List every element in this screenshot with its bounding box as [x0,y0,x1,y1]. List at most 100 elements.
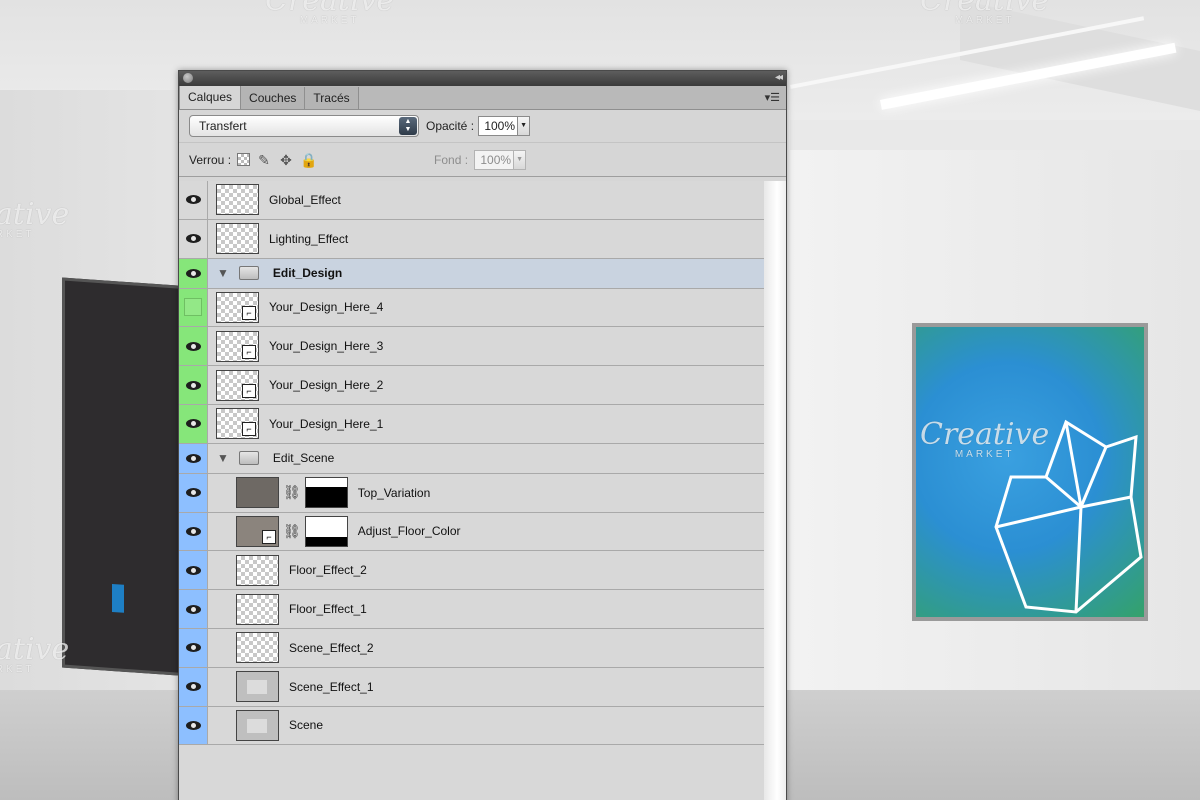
tab-couches[interactable]: Couches [241,87,306,109]
layer-row[interactable]: ⌐ Your_Design_Here_2 [179,366,764,405]
layer-row[interactable]: Floor_Effect_2 [179,551,764,591]
watermark-text: Creative [920,417,1050,452]
layer-row[interactable]: Scene [179,706,764,746]
layer-row[interactable]: Global_Effect [179,181,764,220]
eye-icon [185,380,201,390]
tab-calques[interactable]: Calques [179,86,242,109]
layer-thumbnail: ⌐ [216,291,259,323]
layer-row[interactable]: Scene_Effect_2 [179,628,764,668]
layer-group-row[interactable]: ▼ Edit_Scene [179,443,764,474]
hidden-box-icon [184,298,202,317]
layer-name: Edit_Design [272,266,343,281]
layer-row[interactable]: Lighting_Effect [179,219,764,259]
fill-dropdown-icon[interactable]: ▼ [514,149,527,170]
expand-triangle-icon[interactable]: ▼ [217,266,229,280]
layer-row[interactable]: ⛓ Top_Variation [179,473,764,513]
folder-icon [238,451,259,466]
layer-thumbnail: ⌐ [236,515,279,547]
layer-name: Edit_Scene [272,451,335,466]
watermark-text: Creative [0,632,70,667]
lock-row: Verrou : ✎ ✥ 🔒 Fond : 100% ▼ [179,143,786,177]
watermark-text: Creative [0,197,70,232]
layer-name: Your_Design_Here_2 [269,378,384,393]
layer-row[interactable]: Floor_Effect_1 [179,590,764,629]
layer-name: Lighting_Effect [269,231,349,246]
layer-thumbnail [236,554,279,586]
visibility-toggle[interactable] [179,327,208,366]
tab-traces[interactable]: Tracés [305,87,359,109]
artwork-left-accent [112,583,124,613]
watermark: CreativeMARKET [0,200,69,240]
artwork-left [62,277,192,677]
layer-name: Scene_Effect_2 [289,640,374,655]
layer-thumbnail [236,477,279,509]
scrollbar[interactable] [764,181,786,800]
layer-mask-thumbnail [304,515,348,547]
layer-thumbnail [236,632,279,664]
expand-triangle-icon[interactable]: ▼ [217,451,229,465]
visibility-toggle[interactable] [179,512,208,551]
panel-menu-icon[interactable]: ▾☰ [765,91,780,104]
layer-row[interactable]: ⌐ Your_Design_Here_1 [179,404,764,444]
eye-icon [185,234,201,244]
close-icon[interactable] [183,73,193,83]
eye-icon [185,195,201,205]
layer-thumbnail [236,593,279,625]
opacity-dropdown-icon[interactable]: ▼ [518,116,531,136]
eye-icon [185,419,201,429]
folder-icon [238,266,259,281]
layers-panel: ◂◂ Calques Couches Tracés ▾☰ Transfert ▲… [178,70,787,800]
panel-titlebar[interactable]: ◂◂ [179,71,786,86]
eye-icon [185,526,201,536]
chain-link-icon[interactable]: ⛓ [283,523,301,540]
layer-row[interactable]: Scene_Effect_1 [179,667,764,707]
layer-thumbnail: ⌐ [216,369,259,401]
visibility-toggle[interactable] [179,219,208,258]
smart-object-icon: ⌐ [242,344,256,359]
layer-thumbnail [236,709,279,741]
eye-icon [185,565,201,575]
visibility-toggle[interactable] [179,590,208,628]
layer-row[interactable]: ⌐ ⛓ Adjust_Floor_Color [179,512,764,552]
smart-object-icon: ⌐ [262,529,276,544]
visibility-toggle[interactable] [179,404,208,443]
layer-row[interactable]: ⌐ Your_Design_Here_4 [179,288,764,328]
visibility-toggle[interactable] [179,667,208,706]
collapse-icon[interactable]: ◂◂ [775,72,783,83]
eye-icon [185,643,201,653]
layer-name: Scene [289,718,324,733]
eye-icon [185,268,201,278]
lock-all-icon[interactable]: 🔒 [300,152,317,168]
smart-object-icon: ⌐ [242,383,256,398]
opacity-label: Opacité : [426,119,475,133]
eye-icon [185,453,201,463]
visibility-toggle[interactable] [179,181,208,219]
layer-thumbnail: ⌐ [216,408,259,440]
visibility-toggle[interactable] [179,551,208,590]
visibility-toggle[interactable] [179,628,208,667]
watermark: CreativeMARKET [0,635,69,675]
layer-name: Adjust_Floor_Color [357,524,461,539]
lock-transparency-icon[interactable] [237,153,251,166]
layer-name: Your_Design_Here_1 [269,416,384,431]
visibility-toggle[interactable] [179,473,208,512]
watermark: CreativeMARKET [920,420,1049,460]
visibility-toggle[interactable] [179,706,208,745]
smart-object-icon: ⌐ [242,422,256,437]
blend-mode-select[interactable]: Transfert ▲ ▼ [189,115,419,137]
visibility-toggle[interactable] [179,366,208,404]
visibility-toggle[interactable] [179,258,208,288]
layer-row[interactable]: ⌐ Your_Design_Here_3 [179,327,764,367]
visibility-toggle[interactable] [179,288,208,327]
layer-name: Floor_Effect_2 [289,563,367,578]
lock-brush-icon[interactable]: ✎ [256,152,272,168]
chain-link-icon[interactable]: ⛓ [283,484,301,501]
fill-field[interactable]: 100% [474,149,515,170]
layer-name: Scene_Effect_1 [289,679,374,694]
opacity-field[interactable]: 100% [478,116,519,136]
layer-group-row[interactable]: ▼ Edit_Design [179,258,764,289]
visibility-toggle[interactable] [179,443,208,473]
watermark: CreativeMARKET [920,0,1049,26]
layer-thumbnail: ⌐ [216,330,259,362]
lock-move-icon[interactable]: ✥ [278,152,294,168]
